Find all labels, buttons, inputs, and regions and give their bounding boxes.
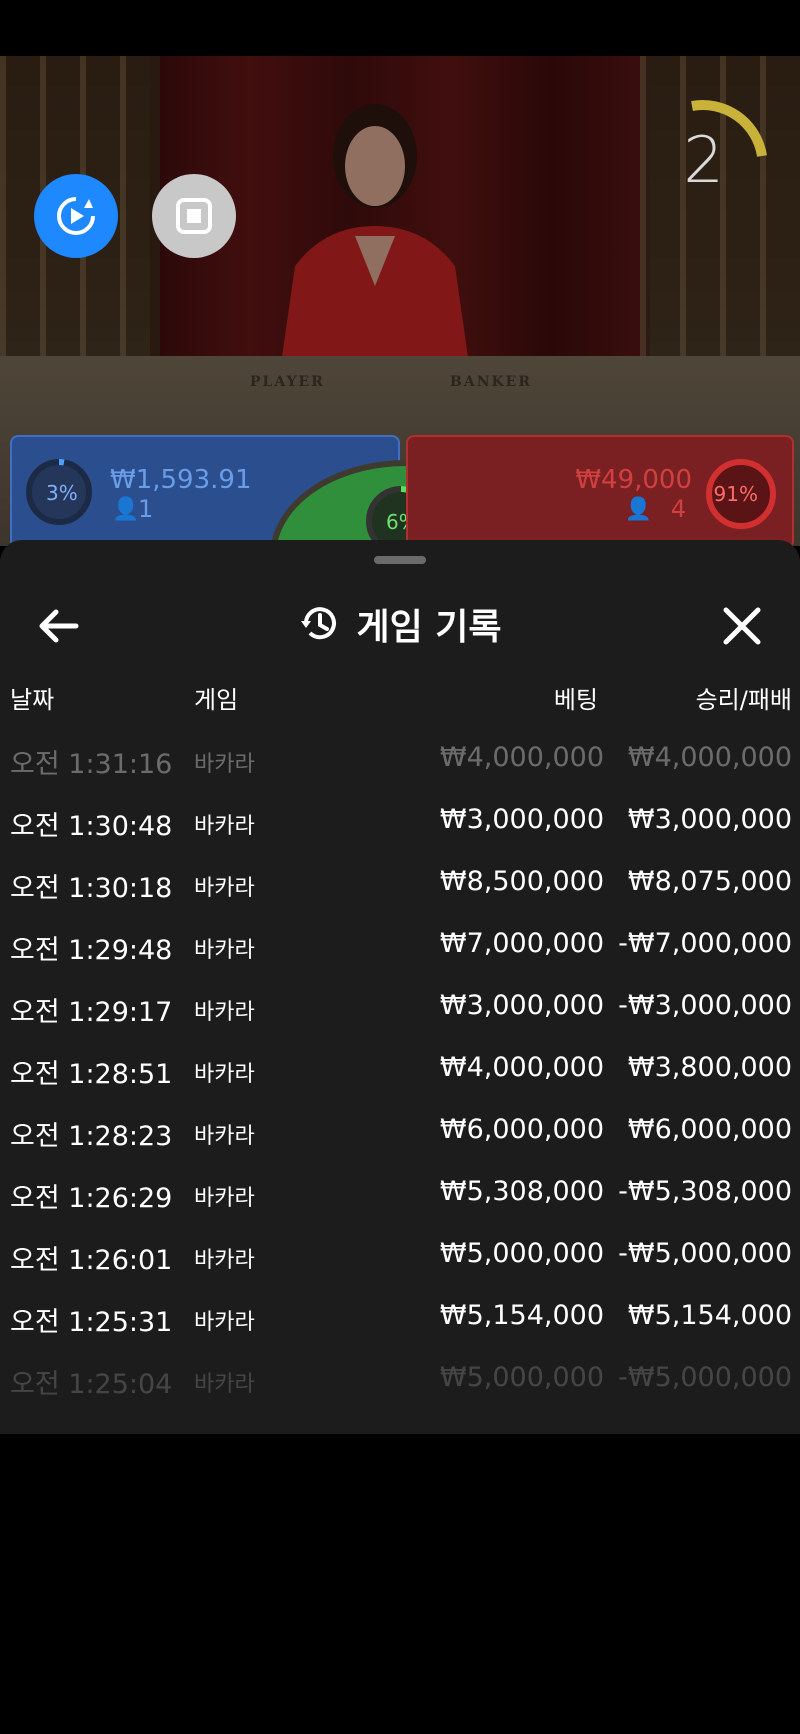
- row-bet: ₩3,000,000: [439, 990, 604, 1021]
- sheet-header: 게임 기록: [0, 580, 800, 670]
- row-bet: ₩3,000,000: [439, 804, 604, 835]
- row-result: ₩3,000,000: [627, 804, 792, 835]
- row-game: 바카라: [194, 814, 255, 839]
- history-row[interactable]: 오전 1:26:29 바카라 ₩5,308,000 -₩5,308,000: [0, 1164, 800, 1226]
- history-row[interactable]: 오전 1:25:31 바카라 ₩5,154,000 ₩5,154,000: [0, 1288, 800, 1350]
- banker-amount: ₩49,000: [575, 465, 692, 495]
- row-date: 오전 1:30:48: [10, 811, 173, 842]
- row-date: 오전 1:26:29: [10, 1183, 173, 1214]
- row-date: 오전 1:26:01: [10, 1245, 173, 1276]
- row-game: 바카라: [194, 752, 255, 777]
- row-game: 바카라: [194, 938, 255, 963]
- row-game: 바카라: [194, 1062, 255, 1087]
- row-date: 오전 1:30:18: [10, 873, 173, 904]
- column-headers: 날짜 게임 베팅 승리/패배: [0, 680, 800, 720]
- row-date: 오전 1:25:31: [10, 1307, 173, 1338]
- history-icon: [301, 607, 337, 640]
- row-date: 오전 1:31:16: [10, 749, 173, 780]
- banker-bet-panel[interactable]: ₩49,000 👤 4 91%: [406, 435, 794, 549]
- player-count: 1: [138, 495, 154, 523]
- row-bet: ₩4,000,000: [439, 742, 604, 773]
- person-icon: 👤: [624, 497, 652, 522]
- row-bet: ₩5,000,000: [439, 1362, 604, 1393]
- player-percent: 3%: [46, 481, 78, 505]
- banker-count: 4: [670, 495, 686, 523]
- row-result: ₩8,075,000: [627, 866, 792, 897]
- row-bet: ₩6,000,000: [439, 1114, 604, 1145]
- row-game: 바카라: [194, 876, 255, 901]
- history-row[interactable]: 오전 1:29:17 바카라 ₩3,000,000 -₩3,000,000: [0, 978, 800, 1040]
- column-date: 날짜: [10, 686, 55, 714]
- row-bet: ₩4,000,000: [439, 1052, 604, 1083]
- row-result: -₩5,000,000: [618, 1238, 792, 1269]
- row-date: 오전 1:29:48: [10, 935, 173, 966]
- row-result: -₩5,308,000: [618, 1176, 792, 1207]
- replay-button[interactable]: [34, 174, 118, 258]
- stop-icon: [176, 198, 212, 234]
- history-row[interactable]: 오전 1:31:16 바카라 ₩4,000,000 ₩4,000,000: [0, 730, 800, 792]
- close-icon[interactable]: [716, 600, 768, 652]
- row-bet: ₩5,000,000: [439, 1238, 604, 1269]
- sheet-title: 게임 기록: [356, 607, 502, 648]
- row-bet: ₩8,500,000: [439, 866, 604, 897]
- history-row[interactable]: 오전 1:25:04 바카라 ₩5,000,000 -₩5,000,000: [0, 1350, 800, 1412]
- history-row[interactable]: 오전 1:28:23 바카라 ₩6,000,000 ₩6,000,000: [0, 1102, 800, 1164]
- person-icon: 👤: [112, 497, 140, 522]
- row-result: -₩3,000,000: [618, 990, 792, 1021]
- row-game: 바카라: [194, 1310, 255, 1335]
- game-history-sheet: 게임 기록 날짜 게임 베팅 승리/패배 오전 1:31:16 바카라 ₩4,0…: [0, 540, 800, 1434]
- row-game: 바카라: [194, 1372, 255, 1397]
- row-game: 바카라: [194, 1186, 255, 1211]
- history-row[interactable]: 오전 1:29:48 바카라 ₩7,000,000 -₩7,000,000: [0, 916, 800, 978]
- column-game: 게임: [194, 686, 239, 714]
- history-list: 오전 1:31:16 바카라 ₩4,000,000 ₩4,000,000 오전 …: [0, 730, 800, 1412]
- stop-button[interactable]: [152, 174, 236, 258]
- row-date: 오전 1:25:04: [10, 1369, 173, 1400]
- row-result: -₩7,000,000: [618, 928, 792, 959]
- refresh-icon: [57, 197, 95, 235]
- row-game: 바카라: [194, 1248, 255, 1273]
- row-result: ₩5,154,000: [627, 1300, 792, 1331]
- row-date: 오전 1:28:51: [10, 1059, 173, 1090]
- row-game: 바카라: [194, 1124, 255, 1149]
- row-date: 오전 1:28:23: [10, 1121, 173, 1152]
- row-bet: ₩5,308,000: [439, 1176, 604, 1207]
- banker-percent: 91%: [713, 482, 758, 506]
- row-result: ₩3,800,000: [627, 1052, 792, 1083]
- row-result: ₩4,000,000: [627, 742, 792, 773]
- history-row[interactable]: 오전 1:26:01 바카라 ₩5,000,000 -₩5,000,000: [0, 1226, 800, 1288]
- history-row[interactable]: 오전 1:28:51 바카라 ₩4,000,000 ₩3,800,000: [0, 1040, 800, 1102]
- row-date: 오전 1:29:17: [10, 997, 173, 1028]
- history-row[interactable]: 오전 1:30:48 바카라 ₩3,000,000 ₩3,000,000: [0, 792, 800, 854]
- row-result: ₩6,000,000: [627, 1114, 792, 1145]
- row-game: 바카라: [194, 1000, 255, 1025]
- column-result: 승리/패배: [695, 686, 792, 714]
- history-row[interactable]: 오전 1:30:18 바카라 ₩8,500,000 ₩8,075,000: [0, 854, 800, 916]
- row-bet: ₩7,000,000: [439, 928, 604, 959]
- player-amount: ₩1,593.91: [110, 465, 252, 495]
- row-bet: ₩5,154,000: [439, 1300, 604, 1331]
- round-countdown: 2: [683, 124, 724, 198]
- row-result: -₩5,000,000: [618, 1362, 792, 1393]
- sheet-grabber[interactable]: [374, 556, 426, 564]
- column-bet: 베팅: [553, 686, 598, 714]
